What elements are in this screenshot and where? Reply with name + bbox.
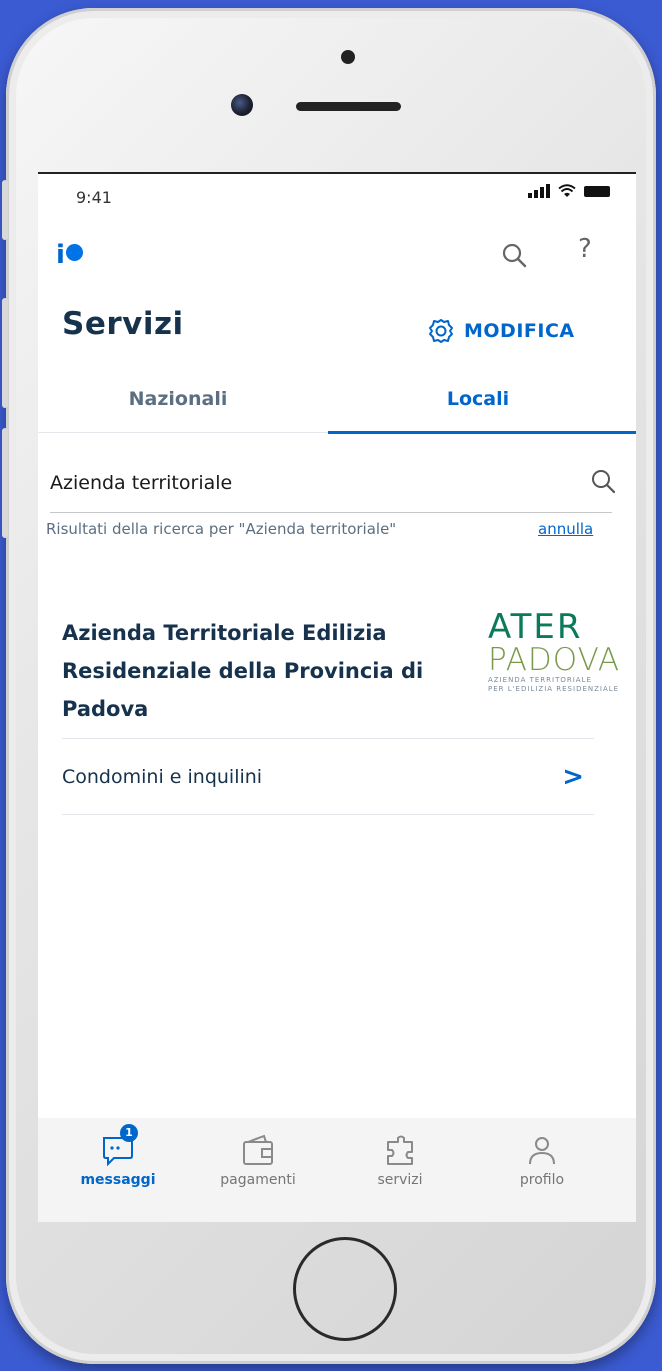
app-header: io i ? [38, 230, 636, 280]
nav-label: pagamenti [220, 1172, 296, 1188]
services-icon [387, 1135, 413, 1165]
status-icons [528, 184, 610, 198]
service-row-condomini[interactable]: Condomini e inquilini > [62, 742, 594, 814]
chevron-right-icon: > [562, 762, 584, 792]
battery-icon [584, 186, 610, 197]
tab-locali[interactable]: Locali [338, 388, 618, 410]
earpiece-speaker [296, 102, 401, 111]
volume-up-button [2, 298, 8, 408]
nav-label: servizi [377, 1172, 423, 1188]
search-icon[interactable] [590, 468, 616, 494]
nav-label: messaggi [80, 1172, 156, 1188]
proximity-sensor [341, 50, 355, 64]
nav-item-messaggi[interactable]: 1 messaggi [58, 1124, 178, 1188]
ater-padova-logo: ATER PADOVA AZIENDA TERRITORIALE PER L'E… [488, 610, 636, 694]
logo-ater-text: ATER [488, 607, 583, 647]
active-tab-indicator [328, 431, 636, 434]
organization-name: Azienda Territoriale Edilizia Residenzia… [62, 621, 424, 721]
search-input-value[interactable]: Azienda territoriale [50, 472, 232, 494]
volume-down-button [2, 428, 8, 538]
tab-bar: Nazionali Locali [38, 380, 636, 434]
io-logo: io i [56, 240, 83, 270]
search-field[interactable]: Azienda territoriale [50, 456, 616, 513]
front-camera [231, 94, 253, 116]
divider [62, 738, 594, 739]
cancel-search-link[interactable]: annulla [538, 520, 593, 538]
page-title: Servizi [62, 306, 184, 342]
status-bar: 9:41 [38, 174, 636, 224]
mute-switch [2, 180, 8, 240]
help-icon[interactable]: ? [578, 234, 592, 264]
divider [62, 814, 594, 815]
profile-icon [529, 1137, 555, 1165]
nav-item-pagamenti[interactable]: pagamenti [198, 1128, 318, 1188]
app-screen: 9:41 io i ? Servizi MODI [38, 172, 636, 1222]
wifi-icon [558, 184, 576, 197]
unread-badge: 1 [120, 1124, 138, 1142]
wallet-icon [243, 1134, 273, 1165]
nav-label: profilo [519, 1172, 565, 1188]
status-time: 9:41 [76, 188, 112, 207]
nav-item-profilo[interactable]: profilo [482, 1128, 602, 1188]
search-results-text: Risultati della ricerca per "Azienda ter… [46, 520, 397, 538]
modify-label: MODIFICA [464, 320, 575, 342]
service-label: Condomini e inquilini [62, 766, 263, 788]
logo-subline-2: PER L'EDILIZIA RESIDENZIALE [488, 685, 620, 693]
tab-nazionali[interactable]: Nazionali [38, 388, 318, 410]
modify-button[interactable]: MODIFICA [428, 318, 575, 344]
search-icon[interactable] [501, 242, 527, 268]
nav-item-servizi[interactable]: servizi [340, 1128, 460, 1188]
home-button[interactable] [293, 1237, 397, 1341]
gear-icon [429, 319, 453, 343]
logo-padova-text: PADOVA [488, 642, 621, 678]
bottom-navigation: 1 messaggi pagamenti servizi profilo [38, 1118, 636, 1222]
signal-icon [528, 184, 550, 198]
